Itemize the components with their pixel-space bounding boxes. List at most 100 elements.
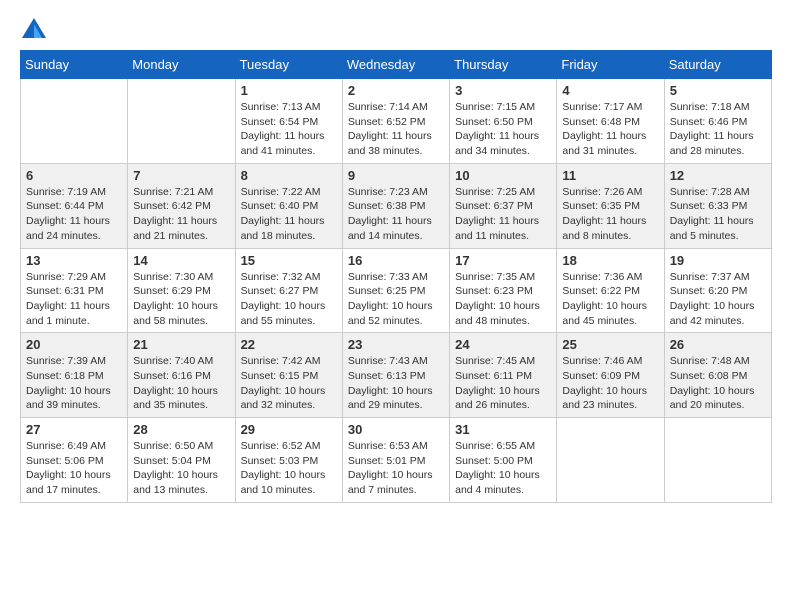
calendar-cell: 11 Sunrise: 7:26 AMSunset: 6:35 PMDayligh…	[557, 163, 664, 248]
cell-info: Sunrise: 7:25 AMSunset: 6:37 PMDaylight:…	[455, 185, 551, 244]
cell-info: Sunrise: 7:36 AMSunset: 6:22 PMDaylight:…	[562, 270, 658, 329]
logo	[20, 16, 52, 44]
calendar-cell: 29 Sunrise: 6:52 AMSunset: 5:03 PMDayligh…	[235, 418, 342, 503]
cell-info: Sunrise: 7:26 AMSunset: 6:35 PMDaylight:…	[562, 185, 658, 244]
cell-info: Sunrise: 7:14 AMSunset: 6:52 PMDaylight:…	[348, 100, 444, 159]
calendar-cell: 26 Sunrise: 7:48 AMSunset: 6:08 PMDayligh…	[664, 333, 771, 418]
cell-day-number: 10	[455, 168, 551, 183]
day-header-sunday: Sunday	[21, 51, 128, 79]
cell-info: Sunrise: 7:28 AMSunset: 6:33 PMDaylight:…	[670, 185, 766, 244]
cell-day-number: 23	[348, 337, 444, 352]
calendar-cell: 13Sunrise: 7:29 AMSunset: 6:31 PMDayligh…	[21, 248, 128, 333]
page: SundayMondayTuesdayWednesdayThursdayFrid…	[0, 0, 792, 523]
cell-info: Sunrise: 7:48 AMSunset: 6:08 PMDaylight:…	[670, 354, 766, 413]
calendar-cell: 17 Sunrise: 7:35 AMSunset: 6:23 PMDayligh…	[450, 248, 557, 333]
cell-info: Sunrise: 7:39 AMSunset: 6:18 PMDaylight:…	[26, 354, 122, 413]
calendar-cell: 20 Sunrise: 7:39 AMSunset: 6:18 PMDayligh…	[21, 333, 128, 418]
cell-day-number: 4	[562, 83, 658, 98]
cell-day-number: 26	[670, 337, 766, 352]
cell-day-number: 8	[241, 168, 337, 183]
cell-day-number: 14	[133, 253, 229, 268]
cell-day-number: 6	[26, 168, 122, 183]
calendar-cell: 8 Sunrise: 7:22 AMSunset: 6:40 PMDaylight…	[235, 163, 342, 248]
calendar-cell: 19 Sunrise: 7:37 AMSunset: 6:20 PMDayligh…	[664, 248, 771, 333]
calendar-cell: 16 Sunrise: 7:33 AMSunset: 6:25 PMDayligh…	[342, 248, 449, 333]
cell-day-number: 2	[348, 83, 444, 98]
header	[20, 16, 772, 44]
cell-day-number: 22	[241, 337, 337, 352]
week-row: 6 Sunrise: 7:19 AMSunset: 6:44 PMDaylight…	[21, 163, 772, 248]
week-row: 1Sunrise: 7:13 AMSunset: 6:54 PMDaylight…	[21, 79, 772, 164]
calendar-cell: 15 Sunrise: 7:32 AMSunset: 6:27 PMDayligh…	[235, 248, 342, 333]
calendar-cell: 10 Sunrise: 7:25 AMSunset: 6:37 PMDayligh…	[450, 163, 557, 248]
cell-info: Sunrise: 7:21 AMSunset: 6:42 PMDaylight:…	[133, 185, 229, 244]
cell-info: Sunrise: 7:45 AMSunset: 6:11 PMDaylight:…	[455, 354, 551, 413]
cell-day-number: 19	[670, 253, 766, 268]
calendar-cell: 22Sunrise: 7:42 AMSunset: 6:15 PMDayligh…	[235, 333, 342, 418]
cell-day-number: 1	[241, 83, 337, 98]
calendar-cell: 2 Sunrise: 7:14 AMSunset: 6:52 PMDaylight…	[342, 79, 449, 164]
calendar-cell: 3 Sunrise: 7:15 AMSunset: 6:50 PMDaylight…	[450, 79, 557, 164]
day-header-thursday: Thursday	[450, 51, 557, 79]
cell-info: Sunrise: 7:18 AMSunset: 6:46 PMDaylight:…	[670, 100, 766, 159]
cell-day-number: 28	[133, 422, 229, 437]
week-row: 13Sunrise: 7:29 AMSunset: 6:31 PMDayligh…	[21, 248, 772, 333]
cell-day-number: 20	[26, 337, 122, 352]
cell-info: Sunrise: 7:19 AMSunset: 6:44 PMDaylight:…	[26, 185, 122, 244]
calendar-cell: 27 Sunrise: 6:49 AMSunset: 5:06 PMDayligh…	[21, 418, 128, 503]
cell-info: Sunrise: 7:32 AMSunset: 6:27 PMDaylight:…	[241, 270, 337, 329]
calendar-cell: 4Sunrise: 7:17 AMSunset: 6:48 PMDaylight…	[557, 79, 664, 164]
cell-day-number: 12	[670, 168, 766, 183]
calendar-cell: 9Sunrise: 7:23 AMSunset: 6:38 PMDaylight…	[342, 163, 449, 248]
cell-day-number: 29	[241, 422, 337, 437]
cell-day-number: 5	[670, 83, 766, 98]
calendar-cell: 21Sunrise: 7:40 AMSunset: 6:16 PMDayligh…	[128, 333, 235, 418]
cell-info: Sunrise: 6:50 AMSunset: 5:04 PMDaylight:…	[133, 439, 229, 498]
calendar-cell	[557, 418, 664, 503]
week-row: 20 Sunrise: 7:39 AMSunset: 6:18 PMDayligh…	[21, 333, 772, 418]
cell-info: Sunrise: 7:33 AMSunset: 6:25 PMDaylight:…	[348, 270, 444, 329]
calendar-cell: 14 Sunrise: 7:30 AMSunset: 6:29 PMDayligh…	[128, 248, 235, 333]
cell-day-number: 13	[26, 253, 122, 268]
week-row: 27 Sunrise: 6:49 AMSunset: 5:06 PMDayligh…	[21, 418, 772, 503]
cell-day-number: 7	[133, 168, 229, 183]
cell-day-number: 17	[455, 253, 551, 268]
day-header-monday: Monday	[128, 51, 235, 79]
cell-day-number: 16	[348, 253, 444, 268]
calendar-cell	[128, 79, 235, 164]
cell-day-number: 3	[455, 83, 551, 98]
cell-day-number: 24	[455, 337, 551, 352]
cell-day-number: 27	[26, 422, 122, 437]
cell-info: Sunrise: 7:40 AMSunset: 6:16 PMDaylight:…	[133, 354, 229, 413]
cell-day-number: 31	[455, 422, 551, 437]
cell-info: Sunrise: 6:55 AMSunset: 5:00 PMDaylight:…	[455, 439, 551, 498]
calendar-cell: 23 Sunrise: 7:43 AMSunset: 6:13 PMDayligh…	[342, 333, 449, 418]
day-header-row: SundayMondayTuesdayWednesdayThursdayFrid…	[21, 51, 772, 79]
calendar-cell: 30 Sunrise: 6:53 AMSunset: 5:01 PMDayligh…	[342, 418, 449, 503]
calendar-cell: 6 Sunrise: 7:19 AMSunset: 6:44 PMDaylight…	[21, 163, 128, 248]
cell-day-number: 18	[562, 253, 658, 268]
cell-info: Sunrise: 7:35 AMSunset: 6:23 PMDaylight:…	[455, 270, 551, 329]
calendar-cell: 5 Sunrise: 7:18 AMSunset: 6:46 PMDaylight…	[664, 79, 771, 164]
cell-day-number: 9	[348, 168, 444, 183]
cell-day-number: 30	[348, 422, 444, 437]
calendar-cell: 18 Sunrise: 7:36 AMSunset: 6:22 PMDayligh…	[557, 248, 664, 333]
calendar-table: SundayMondayTuesdayWednesdayThursdayFrid…	[20, 50, 772, 503]
day-header-wednesday: Wednesday	[342, 51, 449, 79]
cell-info: Sunrise: 7:30 AMSunset: 6:29 PMDaylight:…	[133, 270, 229, 329]
cell-info: Sunrise: 6:53 AMSunset: 5:01 PMDaylight:…	[348, 439, 444, 498]
cell-info: Sunrise: 6:52 AMSunset: 5:03 PMDaylight:…	[241, 439, 337, 498]
calendar-cell: 1Sunrise: 7:13 AMSunset: 6:54 PMDaylight…	[235, 79, 342, 164]
cell-info: Sunrise: 7:43 AMSunset: 6:13 PMDaylight:…	[348, 354, 444, 413]
cell-day-number: 11	[562, 168, 658, 183]
cell-day-number: 15	[241, 253, 337, 268]
cell-info: Sunrise: 7:22 AMSunset: 6:40 PMDaylight:…	[241, 185, 337, 244]
day-header-friday: Friday	[557, 51, 664, 79]
calendar-cell: 12 Sunrise: 7:28 AMSunset: 6:33 PMDayligh…	[664, 163, 771, 248]
cell-info: Sunrise: 7:37 AMSunset: 6:20 PMDaylight:…	[670, 270, 766, 329]
calendar-cell	[21, 79, 128, 164]
calendar-cell: 25Sunrise: 7:46 AMSunset: 6:09 PMDayligh…	[557, 333, 664, 418]
cell-info: Sunrise: 7:15 AMSunset: 6:50 PMDaylight:…	[455, 100, 551, 159]
logo-icon	[20, 16, 48, 44]
cell-info: Sunrise: 6:49 AMSunset: 5:06 PMDaylight:…	[26, 439, 122, 498]
